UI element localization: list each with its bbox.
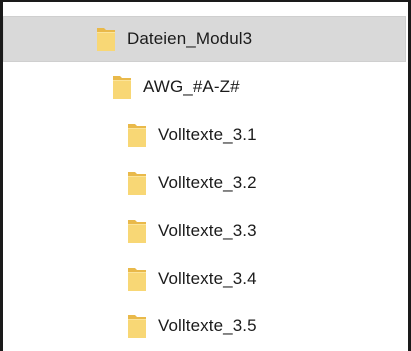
tree-item-label: Volltexte_3.3 — [158, 221, 257, 240]
tree-item-label: Dateien_Modul3 — [127, 29, 253, 48]
folder-icon — [127, 266, 147, 292]
folder-icon — [96, 26, 116, 52]
folder-icon — [127, 122, 147, 148]
tree-item-volltexte-3-1[interactable]: Volltexte_3.1 — [3, 112, 406, 158]
folder-tree: Dateien_Modul3 AWG_#A-Z# Volltexte_3.1 V… — [0, 0, 411, 351]
tree-item-label: AWG_#A-Z# — [143, 77, 240, 96]
folder-icon — [127, 313, 147, 339]
tree-item-label: Volltexte_3.1 — [158, 125, 257, 144]
tree-item-volltexte-3-3[interactable]: Volltexte_3.3 — [3, 208, 406, 254]
tree-item-label: Volltexte_3.4 — [158, 269, 257, 288]
folder-icon — [112, 74, 132, 100]
tree-item-label: Volltexte_3.2 — [158, 173, 257, 192]
tree-item-volltexte-3-5[interactable]: Volltexte_3.5 — [3, 303, 406, 349]
tree-item-volltexte-3-4[interactable]: Volltexte_3.4 — [3, 256, 406, 302]
folder-icon — [127, 170, 147, 196]
tree-item-volltexte-3-2[interactable]: Volltexte_3.2 — [3, 160, 406, 206]
tree-item-awg[interactable]: AWG_#A-Z# — [3, 64, 406, 110]
folder-icon — [127, 218, 147, 244]
tree-item-dateien-modul3[interactable]: Dateien_Modul3 — [3, 16, 406, 62]
tree-item-label: Volltexte_3.5 — [158, 316, 257, 335]
